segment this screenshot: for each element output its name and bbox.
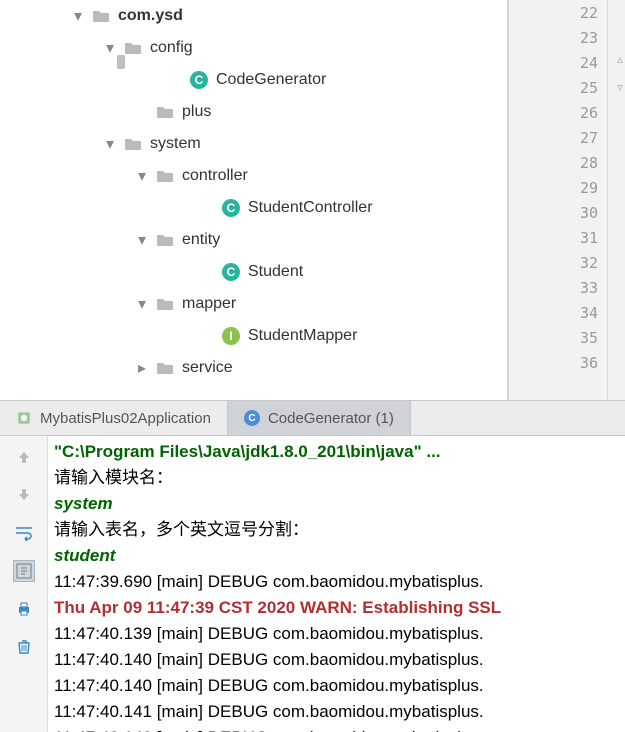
class-icon: C	[222, 199, 240, 217]
tree-item-label: CodeGenerator	[216, 71, 326, 89]
line-number-gutter: 222324252627282930313233343536	[508, 0, 623, 400]
tree-item[interactable]: ▸ service	[0, 352, 507, 384]
arrow-up-icon[interactable]	[13, 446, 35, 468]
tab-label: CodeGenerator (1)	[268, 410, 394, 427]
tree-item-label: com.ysd	[118, 7, 183, 25]
scrollbar-handle[interactable]	[117, 55, 125, 69]
console-line: "C:\Program Files\Java\jdk1.8.0_201\bin\…	[54, 442, 441, 461]
folder-icon	[92, 7, 110, 25]
console-line: 11:47:40.140 [main] DEBUG com.baomidou.m…	[54, 676, 484, 695]
folder-icon	[156, 295, 174, 313]
tree-item[interactable]: ▾ controller	[0, 160, 507, 192]
tab-label: MybatisPlus02Application	[40, 410, 211, 427]
tree-item[interactable]: ▾ entity	[0, 224, 507, 256]
run-tab[interactable]: C CodeGenerator (1)	[228, 401, 411, 435]
line-number: 25	[509, 75, 622, 100]
line-number: 34	[509, 300, 622, 325]
chevron-down-icon[interactable]: ▾	[134, 232, 150, 248]
chevron-down-icon[interactable]: ▾	[134, 168, 150, 184]
console-line: 11:47:40.139 [main] DEBUG com.baomidou.m…	[54, 624, 484, 643]
console-line: Thu Apr 09 11:47:39 CST 2020 WARN: Estab…	[54, 598, 501, 617]
tree-item-label: service	[182, 359, 233, 377]
chevron-down-icon[interactable]: ▾	[70, 8, 86, 24]
console-output[interactable]: "C:\Program Files\Java\jdk1.8.0_201\bin\…	[48, 436, 625, 732]
line-number: 28	[509, 150, 622, 175]
line-number: 31	[509, 225, 622, 250]
fold-up-icon: ▵	[617, 52, 623, 66]
line-number: 23	[509, 25, 622, 50]
tree-item-label: system	[150, 135, 201, 153]
tree-item-label: config	[150, 39, 193, 57]
console-line: system	[54, 494, 113, 513]
console-line: 请输入表名，多个英文逗号分割：	[54, 520, 309, 539]
console-line: student	[54, 546, 115, 565]
tree-item[interactable]: C CodeGenerator	[0, 64, 507, 96]
folder-icon	[156, 167, 174, 185]
app-icon	[16, 410, 32, 426]
tree-item-label: mapper	[182, 295, 236, 313]
chevron-down-icon[interactable]: ▾	[102, 40, 118, 56]
console-line: 请输入模块名：	[54, 468, 173, 487]
tree-item[interactable]: I StudentMapper	[0, 320, 507, 352]
tree-item[interactable]: C StudentController	[0, 192, 507, 224]
line-number: 33	[509, 275, 622, 300]
line-number: 32	[509, 250, 622, 275]
soft-wrap-icon[interactable]	[13, 522, 35, 544]
tree-item-label: entity	[182, 231, 220, 249]
class-icon: C	[222, 263, 240, 281]
line-number: 29	[509, 175, 622, 200]
console-line: 11:47:39.690 [main] DEBUG com.baomidou.m…	[54, 572, 484, 591]
line-number: 30	[509, 200, 622, 225]
tree-item[interactable]: C Student	[0, 256, 507, 288]
tree-item-label: plus	[182, 103, 211, 121]
class-icon: C	[190, 71, 208, 89]
run-tabs: MybatisPlus02Application C CodeGenerator (…	[0, 400, 625, 436]
chevron-down-icon[interactable]: ▾	[134, 296, 150, 312]
folder-icon	[124, 135, 142, 153]
console-toolbar	[0, 436, 48, 732]
tree-item-label: StudentMapper	[248, 327, 357, 345]
tree-item-label: StudentController	[248, 199, 373, 217]
folder-icon	[156, 359, 174, 377]
tree-item-label: controller	[182, 167, 248, 185]
folder-icon	[156, 231, 174, 249]
tree-item[interactable]: ▾ config	[0, 32, 507, 64]
right-strip: ▵ ▿	[607, 0, 625, 400]
folder-icon	[156, 103, 174, 121]
chevron-down-icon[interactable]: ▾	[102, 136, 118, 152]
folder-icon	[124, 39, 142, 57]
console-line: 11:47:40.142 [main] DEBUG com.baomidou.m…	[54, 728, 484, 732]
arrow-down-icon[interactable]	[13, 484, 35, 506]
line-number: 24	[509, 50, 622, 75]
console-line: 11:47:40.141 [main] DEBUG com.baomidou.m…	[54, 702, 484, 721]
line-number: 36	[509, 350, 622, 375]
tree-item[interactable]: plus	[0, 96, 507, 128]
chevron-right-icon[interactable]: ▸	[134, 360, 150, 376]
console-line: 11:47:40.140 [main] DEBUG com.baomidou.m…	[54, 650, 484, 669]
print-icon[interactable]	[13, 598, 35, 620]
project-tree[interactable]: ▾com.ysd▾configCCodeGeneratorplus▾system…	[0, 0, 508, 400]
run-tab[interactable]: MybatisPlus02Application	[0, 401, 228, 435]
line-number: 22	[509, 0, 622, 25]
line-number: 35	[509, 325, 622, 350]
line-number: 27	[509, 125, 622, 150]
tree-item-label: Student	[248, 263, 303, 281]
trash-icon[interactable]	[13, 636, 35, 658]
fold-down-icon: ▿	[617, 80, 623, 94]
tree-item[interactable]: ▾ system	[0, 128, 507, 160]
class-icon: C	[244, 410, 260, 426]
interface-icon: I	[222, 327, 240, 345]
scroll-to-end-icon[interactable]	[13, 560, 35, 582]
tree-item[interactable]: ▾ com.ysd	[0, 0, 507, 32]
line-number: 26	[509, 100, 622, 125]
tree-item[interactable]: ▾ mapper	[0, 288, 507, 320]
